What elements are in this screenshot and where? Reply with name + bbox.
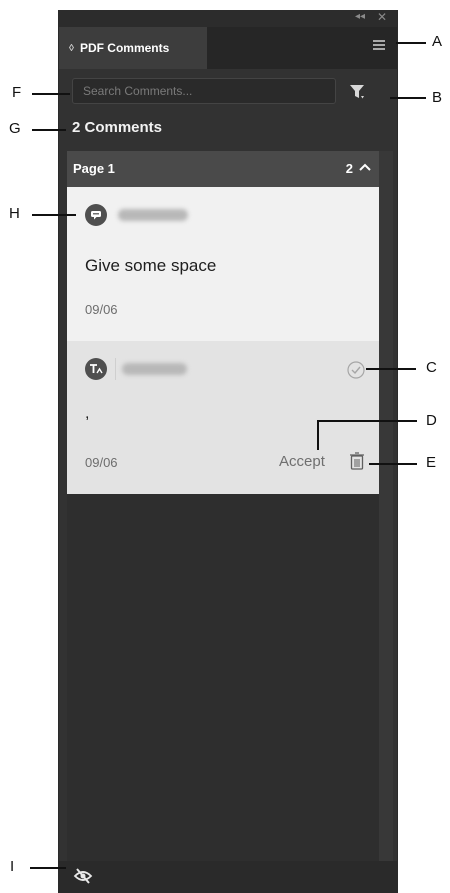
comment-date: 09/06	[85, 302, 118, 317]
callout-line-e	[369, 463, 417, 465]
search-comments-input[interactable]: Search Comments...	[72, 78, 336, 104]
tab-collapse-icon: ◊	[69, 42, 74, 54]
callout-line-d	[317, 420, 417, 422]
bottom-bar	[59, 861, 397, 893]
callout-b: B	[432, 89, 443, 106]
check-circle-icon[interactable]	[347, 361, 365, 379]
page-group-count: 2	[345, 161, 353, 176]
callout-line-d-vertical	[317, 420, 319, 450]
page-group-header[interactable]: Page 1 2	[67, 151, 379, 187]
collapse-panel-icon[interactable]: ◂◂	[355, 11, 365, 22]
comment-text: ,	[85, 405, 90, 422]
divider	[115, 358, 116, 380]
tab-pdf-comments[interactable]: ◊ PDF Comments	[59, 27, 207, 69]
comment-count: 2 Comments	[72, 119, 163, 136]
scrollbar[interactable]	[379, 151, 393, 861]
close-panel-icon[interactable]: ✕	[377, 10, 387, 24]
comment-date: 09/06	[85, 455, 118, 470]
tab-bar: ◊ PDF Comments	[59, 27, 397, 69]
callout-line-g	[32, 129, 66, 131]
author-name-redacted	[122, 363, 187, 375]
pdf-comments-panel: ◂◂ ✕ ◊ PDF Comments Search Comments... 2…	[58, 10, 398, 893]
speech-bubble-icon	[85, 204, 107, 226]
page-group-title: Page 1	[73, 161, 115, 176]
callout-h: H	[9, 205, 20, 222]
callout-c: C	[426, 359, 437, 376]
trash-icon[interactable]	[348, 451, 366, 471]
comment-text: Give some space	[85, 256, 217, 275]
filter-icon[interactable]	[348, 82, 368, 102]
callout-line-i	[30, 867, 66, 869]
panel-top-strip: ◂◂ ✕	[59, 10, 397, 27]
tab-label: PDF Comments	[79, 41, 170, 55]
chevron-up-icon[interactable]	[359, 163, 371, 171]
callout-line-a	[396, 42, 426, 44]
comment-card[interactable]: , 09/06 Accept	[67, 341, 379, 494]
search-placeholder: Search Comments...	[83, 84, 193, 98]
comments-list: Page 1 2 Give some space 09/06 , 09/06 A…	[67, 151, 379, 861]
callout-a: A	[432, 33, 443, 50]
callout-e: E	[426, 454, 437, 471]
callout-g: G	[9, 120, 21, 137]
callout-line-b	[390, 97, 426, 99]
text-insert-icon	[85, 358, 107, 380]
hide-comments-eye-icon[interactable]	[73, 867, 93, 885]
callout-f: F	[12, 84, 22, 101]
comment-card[interactable]: Give some space 09/06	[67, 187, 379, 341]
author-name-redacted	[118, 209, 188, 221]
callout-line-f	[32, 93, 70, 95]
accept-button[interactable]: Accept	[279, 453, 325, 470]
callout-line-h	[32, 214, 76, 216]
callout-i: I	[10, 858, 15, 875]
callout-line-c	[366, 368, 416, 370]
panel-menu-icon[interactable]	[373, 40, 385, 50]
callout-d: D	[426, 412, 437, 429]
